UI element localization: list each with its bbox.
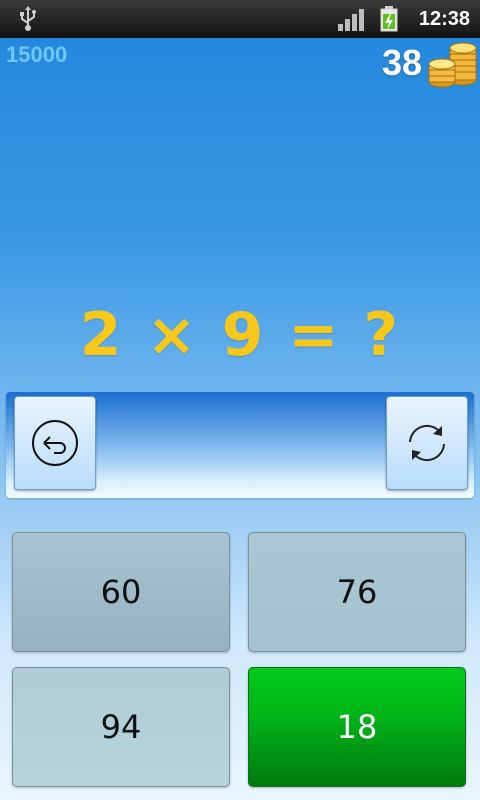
- usb-icon: [20, 6, 36, 31]
- refresh-button[interactable]: [386, 396, 468, 490]
- signal-icon: [338, 9, 364, 31]
- status-bar: 12:38: [0, 0, 480, 38]
- score-label: 15000: [6, 42, 68, 67]
- answer-panel: [6, 392, 474, 498]
- refresh-icon: [409, 424, 445, 462]
- coin-stack-icon: [428, 42, 477, 88]
- option-button-3[interactable]: 94: [12, 667, 230, 787]
- question-text: 2 × 9 = ?: [79, 300, 401, 370]
- answer-display: [106, 410, 374, 480]
- back-arrow-icon: [32, 420, 78, 466]
- status-time: 12:38: [418, 8, 470, 30]
- battery-charging-icon: [380, 6, 398, 32]
- coins-count: 38: [382, 42, 423, 83]
- option-button-1[interactable]: 60: [12, 532, 230, 652]
- option-button-4[interactable]: 18: [248, 667, 466, 787]
- option-button-2[interactable]: 76: [248, 532, 466, 652]
- back-button[interactable]: [14, 396, 96, 490]
